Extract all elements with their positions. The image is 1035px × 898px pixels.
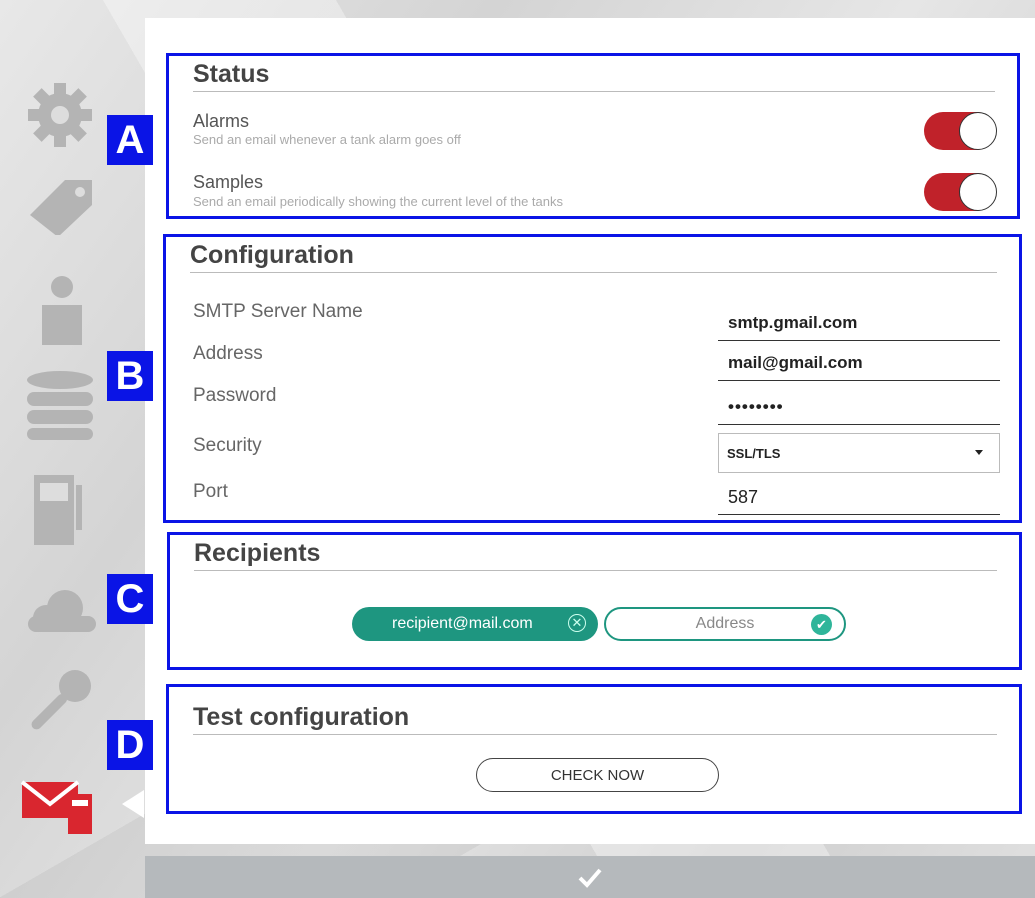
samples-title: Samples <box>193 172 264 192</box>
active-indicator <box>122 790 144 818</box>
recipient-chip-label: recipient@mail.com <box>392 615 533 632</box>
test-heading: Test configuration <box>193 703 997 735</box>
tag-icon[interactable] <box>20 165 100 237</box>
recipients-heading: Recipients <box>194 539 997 571</box>
address-label: Address <box>193 343 263 364</box>
chevron-down-icon <box>975 450 983 455</box>
add-check-icon[interactable]: ✔ <box>811 614 832 635</box>
user-icon[interactable] <box>20 275 100 345</box>
alarms-toggle[interactable] <box>924 112 997 150</box>
security-select[interactable]: SSL/TLS <box>718 433 1000 473</box>
database-icon[interactable] <box>20 370 100 440</box>
password-field[interactable]: •••••••• <box>718 397 1000 425</box>
marker-c: C <box>107 574 153 624</box>
security-selected: SSL/TLS <box>727 445 781 461</box>
toggle-knob <box>959 112 997 150</box>
samples-description: Send an email periodically showing the c… <box>193 194 563 209</box>
status-heading: Status <box>193 60 995 92</box>
port-field[interactable]: 587 <box>718 487 1000 515</box>
footer-bar[interactable] <box>145 856 1035 898</box>
marker-a: A <box>107 115 153 165</box>
configuration-heading: Configuration <box>190 241 997 273</box>
smtp-label: SMTP Server Name <box>193 301 363 322</box>
toggle-knob <box>959 173 997 211</box>
alarms-title: Alarms <box>193 111 250 131</box>
email-icon[interactable] <box>20 768 100 838</box>
alarms-description: Send an email whenever a tank alarm goes… <box>193 132 461 147</box>
configuration-section: Configuration SMTP Server Name smtp.gmai… <box>163 234 1022 523</box>
samples-toggle[interactable] <box>924 173 997 211</box>
recipients-section: Recipients recipient@mail.com ✕ Address … <box>167 532 1022 670</box>
recipient-chip: recipient@mail.com ✕ <box>352 607 598 641</box>
fuel-pump-icon[interactable] <box>20 475 100 545</box>
remove-icon[interactable]: ✕ <box>568 614 586 632</box>
marker-b: B <box>107 351 153 401</box>
check-now-button[interactable]: CHECK NOW <box>476 758 719 792</box>
address-field[interactable]: mail@gmail.com <box>718 353 1000 381</box>
main-panel: Status Alarms Send an email whenever a t… <box>145 18 1035 844</box>
password-label: Password <box>193 385 277 406</box>
status-section: Status Alarms Send an email whenever a t… <box>166 53 1020 219</box>
security-label: Security <box>193 435 262 456</box>
marker-d: D <box>107 720 153 770</box>
port-label: Port <box>193 481 228 502</box>
key-icon[interactable] <box>20 668 100 738</box>
cloud-icon[interactable] <box>20 578 100 648</box>
test-section: Test configuration CHECK NOW <box>166 684 1022 814</box>
recipient-address-input[interactable]: Address ✔ <box>604 607 846 641</box>
gear-icon[interactable] <box>20 80 100 150</box>
recipient-address-placeholder: Address <box>695 615 755 632</box>
checkmark-icon[interactable] <box>576 863 604 891</box>
smtp-field[interactable]: smtp.gmail.com <box>718 313 1000 341</box>
